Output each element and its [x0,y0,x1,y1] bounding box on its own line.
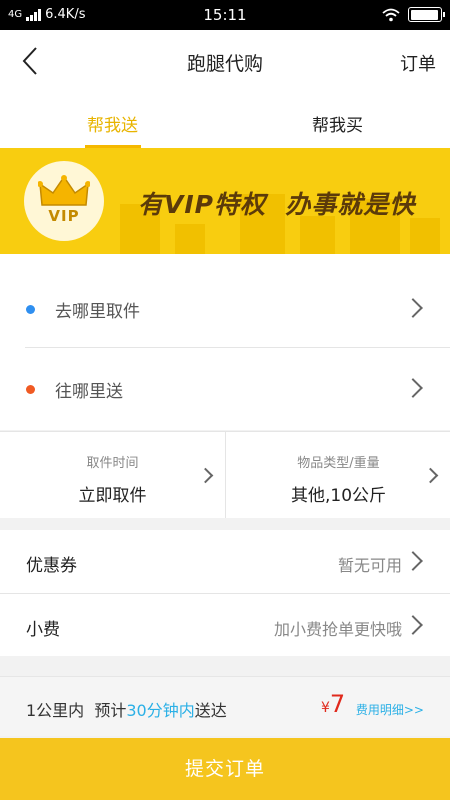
pickup-time-selector[interactable]: 取件时间 立即取件 [0,432,225,518]
banner-decoration [175,224,205,254]
header: 跑腿代购 订单 [0,30,450,92]
chevron-right-icon [403,551,423,571]
goods-type-value: 其他,10公斤 [290,486,387,506]
battery-icon [408,7,445,22]
chevron-right-icon [403,615,423,635]
vip-badge-text: VIP [48,207,80,225]
status-right [382,7,445,22]
battery-fill [410,9,439,20]
pickup-dot-icon [26,305,35,314]
orders-button[interactable]: 订单 [400,50,436,76]
wifi-icon [382,8,400,21]
vip-badge: VIP [24,161,104,241]
submit-order-button[interactable]: 提交订单 [0,738,450,800]
order-summary: 1公里内 预计30分钟内送达 ¥7 费用明细>> [0,676,450,736]
vip-banner[interactable]: VIP 有VIP特权 办事就是快 [0,148,450,254]
fee-detail-link[interactable]: 费用明细>> [356,701,424,718]
coupon-label: 优惠券 [26,556,77,576]
eta-prefix: 预计 [94,701,127,720]
eta-suffix: 送达 [194,701,227,720]
banner-decoration [300,216,335,254]
price-amount: 7 [329,690,346,718]
price-currency: ¥ [321,700,330,716]
coupon-row[interactable]: 优惠券 暂无可用 [0,530,450,593]
chevron-right-icon [403,298,423,318]
distance-text: 1公里内 [26,701,85,720]
coupon-value: 暂无可用 [337,556,402,575]
tab-bar: 帮我送 帮我买 [0,92,450,148]
tip-label: 小费 [26,620,60,640]
price: ¥7 [321,690,345,718]
order-meta-section: 取件时间 立即取件 物品类型/重量 其他,10公斤 [0,431,450,518]
vip-slogan: 有VIP特权 办事就是快 [138,190,416,219]
goods-type-selector[interactable]: 物品类型/重量 其他,10公斤 [225,432,450,518]
status-bar: 4G 6.4K/s 15:11 [0,0,450,30]
banner-decoration [410,218,440,254]
tab-help-buy[interactable]: 帮我买 [225,92,450,148]
tab-help-send[interactable]: 帮我送 [0,92,225,148]
back-button[interactable] [14,44,48,78]
delivery-estimate: 1公里内 预计30分钟内送达 [26,697,227,721]
delivery-label: 往哪里送 [55,382,123,402]
eta-highlight: 30分钟内 [126,701,195,720]
pickup-label: 去哪里取件 [55,302,140,322]
pickup-time-caption: 取件时间 [86,456,139,471]
address-section: 去哪里取件 往哪里送 [0,254,450,430]
chevron-left-icon [22,47,37,75]
pickup-time-value: 立即取件 [78,486,147,506]
options-section: 优惠券 暂无可用 小费 加小费抢单更快哦 [0,530,450,656]
delivery-dot-icon [26,385,35,394]
chevron-right-icon [403,378,423,398]
goods-type-caption: 物品类型/重量 [297,456,380,471]
pickup-address-row[interactable]: 去哪里取件 [0,264,450,352]
tip-value: 加小费抢单更快哦 [273,620,402,639]
crown-icon [38,175,90,206]
delivery-address-row[interactable]: 往哪里送 [0,344,450,432]
page-title: 跑腿代购 [186,53,263,75]
tip-row[interactable]: 小费 加小费抢单更快哦 [0,593,450,656]
